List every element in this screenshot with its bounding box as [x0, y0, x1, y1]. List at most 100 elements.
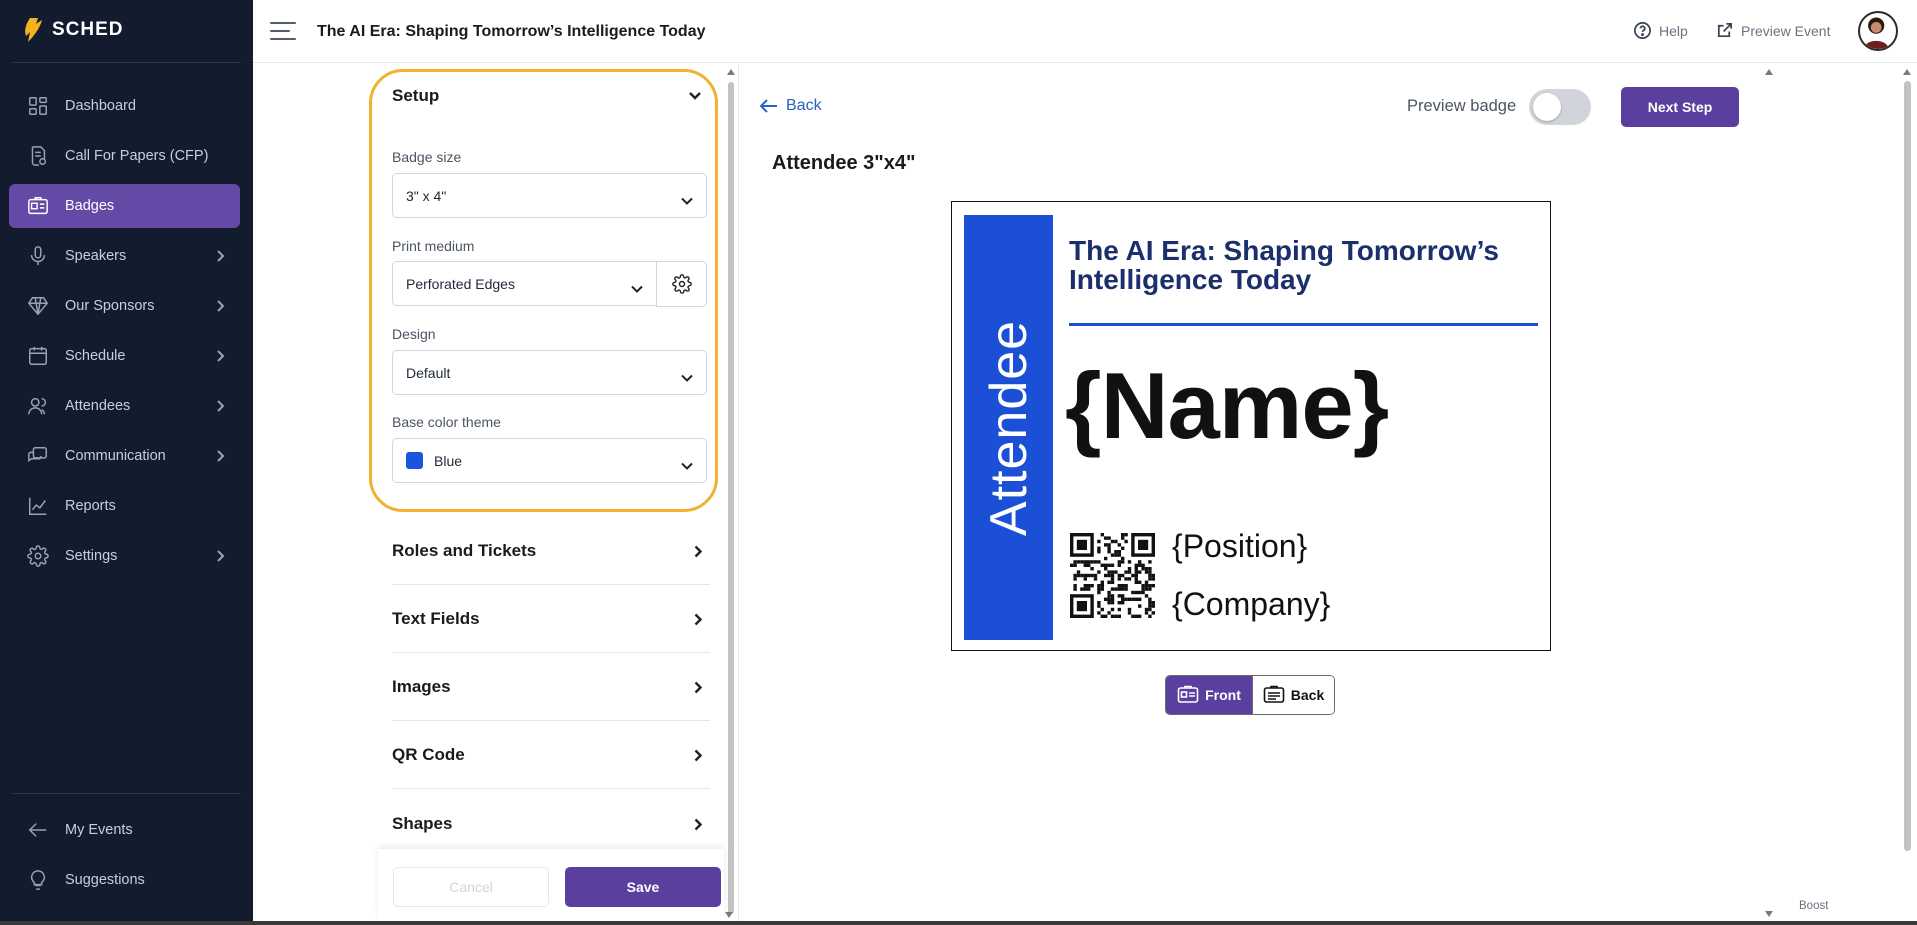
badge-canvas[interactable]: Attendee The AI Era: Shaping Tomorrow’s …	[951, 201, 1551, 651]
design-select[interactable]: Default	[392, 350, 707, 395]
user-avatar[interactable]	[1858, 11, 1898, 51]
help-label: Help	[1659, 22, 1688, 39]
section-text-fields[interactable]: Text Fields	[392, 609, 702, 629]
setup-accordion-header[interactable]: Setup	[392, 86, 702, 106]
chevron-right-icon	[694, 681, 702, 693]
section-title: QR Code	[392, 745, 465, 764]
preview-scroll-arrows[interactable]	[1764, 64, 1774, 924]
scroll-up-arrow[interactable]	[727, 69, 735, 75]
badge-size-label: Badge size	[392, 149, 462, 165]
sidebar-item-schedule[interactable]: Schedule	[9, 334, 240, 378]
section-title: Roles and Tickets	[392, 541, 537, 560]
color-swatch	[406, 452, 423, 469]
dashboard-icon	[26, 94, 50, 118]
qr-code-icon[interactable]	[1070, 533, 1155, 618]
section-divider	[392, 584, 710, 585]
badge-size-value: 3" x 4"	[406, 187, 447, 204]
badge-role-label: Attendee	[979, 319, 1038, 536]
section-qr-code[interactable]: QR Code	[392, 745, 702, 765]
badge-front-icon	[1177, 685, 1199, 703]
print-medium-select[interactable]: Perforated Edges	[392, 261, 657, 306]
color-theme-label: Base color theme	[392, 414, 501, 430]
chevron-right-icon	[216, 399, 226, 413]
next-step-button[interactable]: Next Step	[1621, 87, 1739, 127]
page-scrollbar[interactable]	[1900, 64, 1914, 924]
print-settings-button[interactable]	[656, 261, 707, 307]
boost-label: Boost	[1799, 900, 1829, 912]
sidebar-item-speakers[interactable]: Speakers	[9, 234, 240, 278]
sidebar-item-communication[interactable]: Communication	[9, 434, 240, 478]
arrow-left-icon	[760, 99, 777, 113]
menu-toggle-icon[interactable]	[270, 22, 296, 42]
chevron-right-icon	[694, 749, 702, 761]
chevron-down-icon	[681, 462, 693, 470]
sidebar-item-attendees[interactable]: Attendees	[9, 384, 240, 428]
color-theme-select[interactable]: Blue	[392, 438, 707, 483]
sidebar-item-dashboard[interactable]: Dashboard	[9, 84, 240, 128]
sidebar-nav: Dashboard Call For Papers (CFP) Badges Spea…	[9, 84, 240, 584]
sidebar-item-label: Settings	[65, 548, 118, 564]
scroll-down-arrow[interactable]	[725, 912, 733, 918]
sidebar-item-our-sponsors[interactable]: Our Sponsors	[9, 284, 240, 328]
print-medium-label: Print medium	[392, 238, 475, 254]
chevron-right-icon	[216, 299, 226, 313]
badge-name-field[interactable]: {Name}	[1065, 352, 1389, 460]
cancel-button[interactable]: Cancel	[393, 867, 549, 907]
sidebar-item-label: Badges	[65, 198, 115, 214]
top-header: The AI Era: Shaping Tomorrow’s Intellige…	[253, 0, 1917, 63]
section-roles-and-tickets[interactable]: Roles and Tickets	[392, 541, 702, 561]
badge-size-select[interactable]: 3" x 4"	[392, 173, 707, 218]
chevron-down-icon	[681, 374, 693, 382]
chat-icon	[26, 444, 50, 468]
section-divider	[392, 652, 710, 653]
sched-logo[interactable]: SCHED	[20, 16, 124, 44]
badge-type-title: Attendee 3"x4"	[772, 152, 916, 174]
badge-divider-line[interactable]	[1069, 323, 1538, 326]
section-shapes[interactable]: Shapes	[392, 814, 702, 834]
sidebar-item-call-for-papers-cfp[interactable]: Call For Papers (CFP)	[9, 134, 240, 178]
scroll-up-arrow[interactable]	[1903, 69, 1911, 75]
preview-badge-toggle[interactable]	[1529, 89, 1591, 125]
section-images[interactable]: Images	[392, 677, 702, 697]
scroll-up-arrow[interactable]	[1765, 69, 1773, 75]
badge-position-field[interactable]: {Position}	[1172, 528, 1307, 565]
panel-scrollbar[interactable]	[725, 64, 736, 924]
badge-side-band[interactable]: Attendee	[964, 215, 1053, 640]
badge-event-title[interactable]: The AI Era: Shaping Tomorrow’s Intellige…	[1069, 236, 1539, 294]
front-label: Front	[1205, 687, 1241, 703]
sidebar-item-settings[interactable]: Settings	[9, 534, 240, 578]
gear-icon	[26, 544, 50, 568]
chart-icon	[26, 494, 50, 518]
preview-event-link[interactable]: Preview Event	[1715, 21, 1830, 40]
back-toggle-button[interactable]: Back	[1252, 676, 1334, 714]
color-theme-value: Blue	[434, 452, 463, 469]
sidebar-item-suggestions[interactable]: Suggestions	[9, 858, 240, 902]
help-link[interactable]: Help	[1633, 21, 1688, 40]
sidebar-item-label: Schedule	[65, 348, 126, 364]
sidebar-item-label: Reports	[65, 498, 116, 514]
sidebar-item-my-events[interactable]: My Events	[9, 808, 240, 852]
external-link-icon	[1717, 22, 1733, 38]
sidebar-item-badges[interactable]: Badges	[9, 184, 240, 228]
sidebar-item-label: Speakers	[65, 248, 127, 264]
scroll-thumb[interactable]	[728, 82, 734, 914]
document-icon	[26, 144, 50, 168]
design-value: Default	[406, 364, 451, 381]
toggle-knob	[1533, 93, 1561, 121]
front-toggle-button[interactable]: Front	[1166, 676, 1252, 714]
badge-company-field[interactable]: {Company}	[1172, 586, 1330, 623]
sidebar-item-reports[interactable]: Reports	[9, 484, 240, 528]
app-root: SCHED Dashboard Call For Papers (CFP) Badg…	[0, 0, 1917, 925]
badge-icon	[26, 194, 50, 218]
avatar-icon	[1863, 17, 1889, 49]
lightbulb-icon	[26, 868, 50, 892]
section-divider	[392, 788, 710, 789]
scroll-thumb[interactable]	[1904, 81, 1911, 851]
sidebar-divider	[12, 793, 241, 794]
chevron-right-icon	[216, 549, 226, 563]
scroll-down-arrow[interactable]	[1765, 911, 1773, 917]
back-link[interactable]: Back	[760, 97, 822, 115]
save-button[interactable]: Save	[565, 867, 721, 907]
preview-badge-label: Preview badge	[1407, 97, 1517, 115]
diamond-icon	[26, 294, 50, 318]
